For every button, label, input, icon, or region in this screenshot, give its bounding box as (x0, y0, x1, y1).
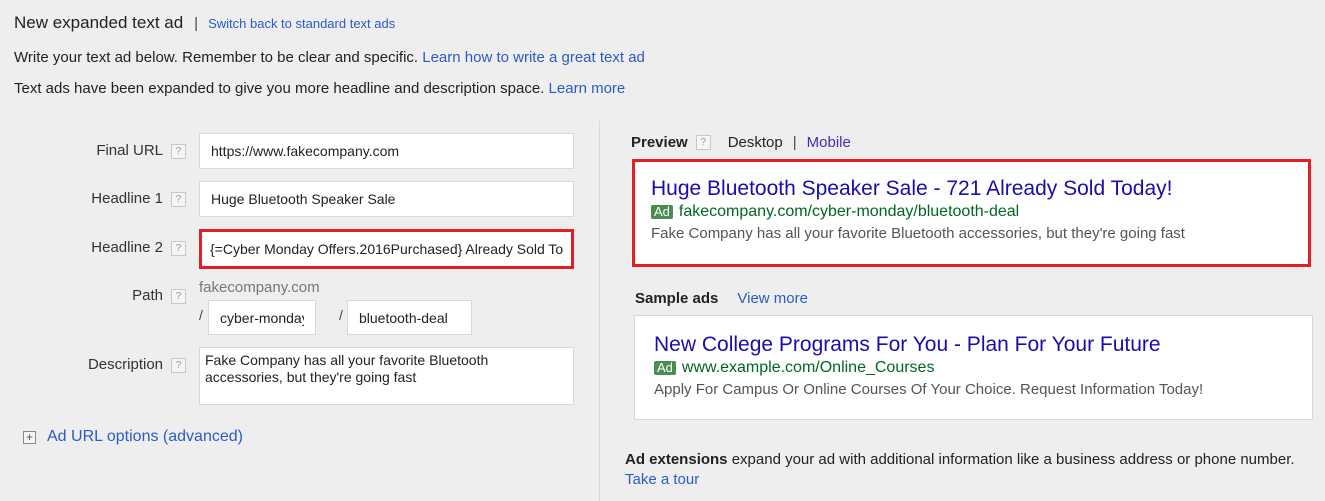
path2-input[interactable] (347, 300, 472, 335)
description-input[interactable]: Fake Company has all your favorite Bluet… (199, 347, 574, 405)
ad-badge-icon: Ad (654, 361, 676, 375)
ad-badge-icon: Ad (651, 205, 673, 219)
intro-line-2: Text ads have been expanded to give you … (14, 80, 625, 97)
sample-ad-url-row: Ad www.example.com/Online_Courses (654, 359, 1312, 377)
headline2-input[interactable] (199, 229, 574, 269)
sample-ad-card: New College Programs For You - Plan For … (634, 315, 1313, 420)
headline1-input[interactable] (199, 181, 574, 217)
header: New expanded text ad | Switch back to st… (14, 13, 395, 33)
help-icon-headline2[interactable]: ? (171, 241, 186, 256)
title-separator: | (194, 15, 199, 32)
headline1-label: Headline 1 (91, 190, 163, 207)
preview-title: Preview (631, 134, 688, 151)
path-label: Path (132, 287, 163, 304)
tab-separator: | (792, 134, 797, 151)
help-icon-headline1[interactable]: ? (171, 192, 186, 207)
learn-how-link[interactable]: Learn how to write a great text ad (422, 49, 645, 66)
path-slash-1: / (199, 307, 203, 323)
take-a-tour-link[interactable]: Take a tour (625, 471, 699, 488)
intro-text-1: Write your text ad below. Remember to be… (14, 49, 419, 66)
ad-preview-display-url: fakecompany.com/cyber-monday/bluetooth-d… (678, 203, 1020, 220)
ad-preview-headline[interactable]: Huge Bluetooth Speaker Sale - 721 Alread… (651, 176, 1308, 202)
intro-line-1: Write your text ad below. Remember to be… (14, 49, 645, 66)
ad-extensions-heading: Ad extensions (625, 451, 728, 468)
intro-text-2: Text ads have been expanded to give you … (14, 80, 545, 97)
tab-desktop[interactable]: Desktop (728, 134, 783, 151)
switch-to-standard-ads-link[interactable]: Switch back to standard text ads (208, 16, 395, 31)
sample-ad-display-url: www.example.com/Online_Courses (681, 359, 935, 376)
ad-preview-description: Fake Company has all your favorite Bluet… (651, 225, 1185, 242)
help-icon-preview[interactable]: ? (695, 135, 711, 150)
ad-preview-card: Huge Bluetooth Speaker Sale - 721 Alread… (632, 159, 1311, 267)
final-url-input[interactable] (199, 133, 574, 169)
path-slash-2: / (339, 307, 343, 323)
sample-ad-headline[interactable]: New College Programs For You - Plan For … (654, 332, 1312, 358)
path1-input[interactable] (208, 300, 316, 335)
sample-ads-header: Sample ads View more (635, 290, 808, 307)
description-label: Description (87, 356, 163, 373)
view-more-link[interactable]: View more (737, 290, 808, 307)
ad-url-options-toggle[interactable]: + Ad URL options (advanced) (23, 428, 243, 446)
column-divider (599, 121, 600, 501)
ad-url-options-label[interactable]: Ad URL options (advanced) (47, 428, 243, 446)
help-icon-path[interactable]: ? (171, 289, 186, 304)
learn-more-link[interactable]: Learn more (549, 80, 626, 97)
ad-extensions-text: expand your ad with additional informati… (727, 451, 1295, 468)
ad-preview-url-row: Ad fakecompany.com/cyber-monday/bluetoot… (651, 203, 1308, 221)
tab-mobile[interactable]: Mobile (807, 134, 851, 151)
preview-header: Preview ? Desktop | Mobile (631, 134, 851, 151)
page-title: New expanded text ad (14, 13, 184, 32)
headline2-label: Headline 2 (91, 239, 163, 256)
help-icon-description[interactable]: ? (171, 358, 186, 373)
sample-ads-title: Sample ads (635, 290, 719, 307)
path-domain-hint: fakecompany.com (199, 279, 320, 296)
final-url-label: Final URL (96, 142, 163, 159)
sample-ad-description: Apply For Campus Or Online Courses Of Yo… (654, 381, 1204, 398)
help-icon-final-url[interactable]: ? (171, 144, 186, 159)
plus-box-icon: + (23, 430, 36, 444)
ad-extensions-info: Ad extensions expand your ad with additi… (625, 450, 1305, 490)
